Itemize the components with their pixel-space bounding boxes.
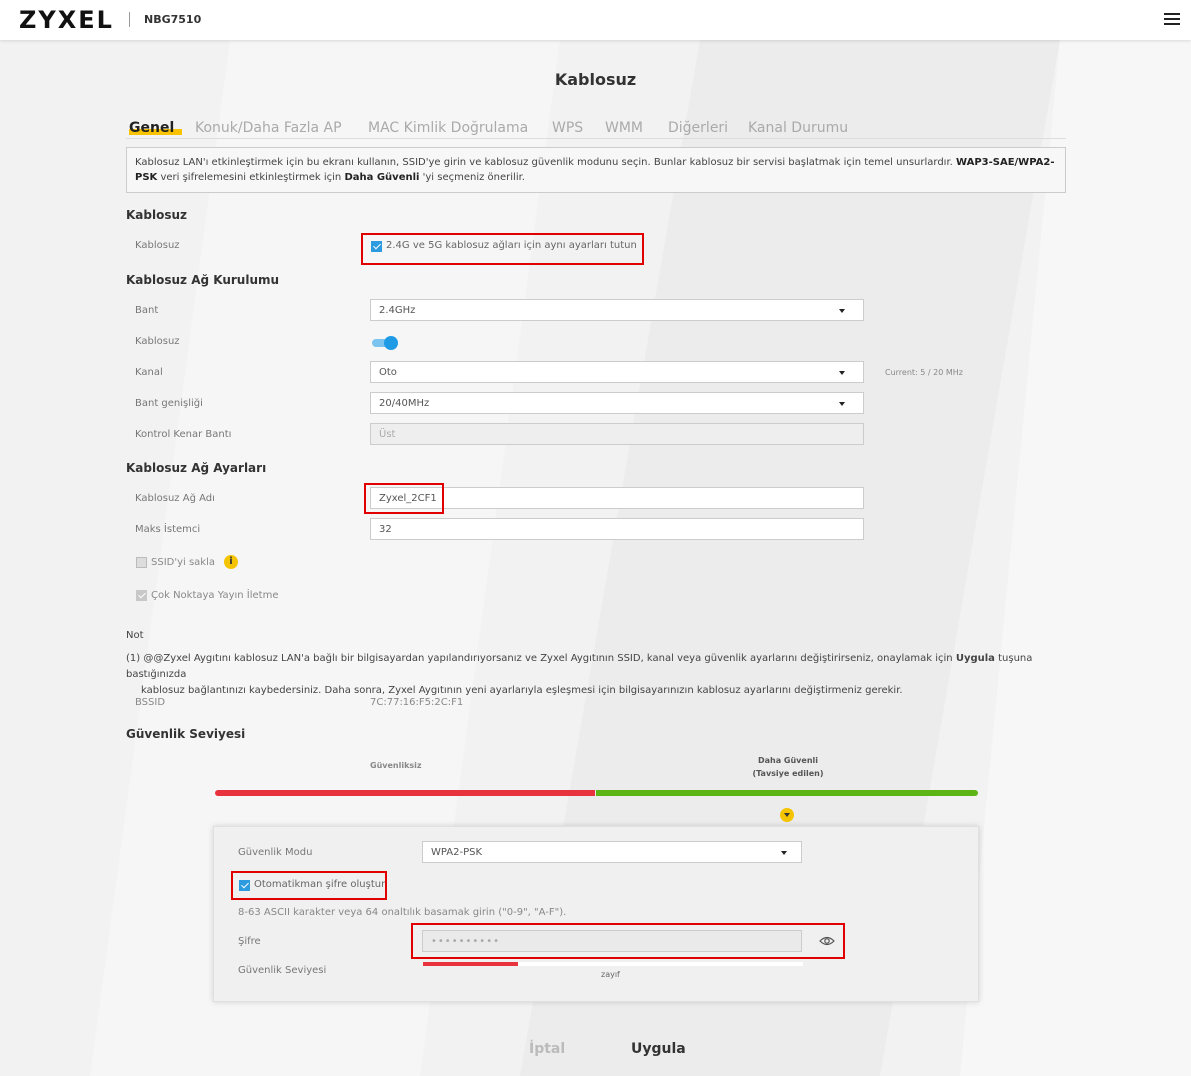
ssid-input[interactable]: Zyxel_2CF1 [370,487,864,509]
highlight-auto-password [231,871,387,900]
password-strength-fill [423,962,518,966]
ssid-label: Kablosuz Ağ Adı [135,493,215,504]
password-label: Şifre [238,936,261,947]
level-secure-label[interactable]: Daha Güvenli (Tavsiye edilen) [730,754,846,780]
band-value: 2.4GHz [379,305,416,316]
bandwidth-value: 20/40MHz [379,398,430,409]
tab-bar: Genel Konuk/Daha Fazla AP MAC Kimlik Doğ… [126,120,1066,139]
hide-ssid-checkbox[interactable] [136,557,147,568]
note-heading: Not [126,630,144,641]
bssid-label: BSSID [135,697,166,708]
tab-konuk[interactable]: Konuk/Daha Fazla AP [195,120,342,136]
control-sideband-value: Üst [379,429,396,440]
chevron-down-icon [781,851,787,855]
multicast-checkbox [136,590,147,601]
chevron-down-icon [839,309,845,313]
info-icon[interactable]: i [224,555,238,569]
apply-button[interactable]: Uygula [631,1041,692,1057]
tab-wps[interactable]: WPS [552,120,583,136]
wireless-label: Kablosuz [135,240,180,251]
info-bold-2: Daha Güvenli [344,172,420,183]
band-select[interactable]: 2.4GHz [370,299,864,321]
control-sideband-field: Üst [370,423,864,445]
level-marker-icon [780,808,794,822]
security-mode-value: WPA2-PSK [431,847,483,858]
wireless-toggle[interactable] [372,336,398,350]
device-model: NBG7510 [144,13,202,26]
section-security-heading: Güvenlik Seviyesi [126,727,246,741]
password-hint: 8-63 ASCII karakter veya 64 onaltılık ba… [238,907,567,918]
info-text-3: 'yi seçmeniz önerilir. [419,172,525,183]
control-sideband-label: Kontrol Kenar Bantı [135,429,232,440]
level-bar-secure[interactable] [596,790,978,796]
info-box: Kablosuz LAN'ı etkinleştirmek için bu ek… [126,147,1066,193]
security-mode-label: Güvenlik Modu [238,847,313,858]
top-bar: ZYXEL NBG7510 [0,0,1191,40]
tab-wmm[interactable]: WMM [605,120,643,136]
tab-mac-auth[interactable]: MAC Kimlik Doğrulama [368,120,528,136]
highlight-ssid [364,483,444,514]
channel-value: Oto [379,367,397,378]
security-mode-select[interactable]: WPA2-PSK [422,841,802,863]
info-text-1: Kablosuz LAN'ı etkinleştirmek için bu ek… [135,157,956,168]
note-text-3: kablosuz bağlantınızı kaybedersiniz. Dah… [141,685,903,696]
bandwidth-select[interactable]: 20/40MHz [370,392,864,414]
max-clients-input[interactable]: 32 [370,518,864,540]
info-text-2: veri şifrelemesini etkinleştirmek için [157,172,345,183]
multicast-label: Çok Noktaya Yayın İletme [151,590,279,601]
wireless-toggle-label: Kablosuz [135,336,180,347]
bssid-value: 7C:77:16:F5:2C:F1 [370,697,464,708]
cancel-button[interactable]: İptal [529,1041,570,1057]
security-level-label: Güvenlik Seviyesi [238,965,327,976]
section-wireless-heading: Kablosuz [126,208,188,222]
highlight-password [411,923,845,959]
band-label: Bant [135,305,159,316]
page-title: Kablosuz [554,70,637,89]
max-clients-value: 32 [379,524,392,535]
level-secure-title: Daha Güvenli [758,756,818,765]
chevron-down-icon [839,402,845,406]
section-network-heading: Kablosuz Ağ Ayarları [126,461,267,475]
tab-kanal-durumu[interactable]: Kanal Durumu [748,120,848,136]
note-bold: Uygula [955,653,995,664]
chevron-down-icon [839,371,845,375]
tab-digerleri[interactable]: Diğerleri [668,120,728,136]
hide-ssid-label: SSID'yi sakla [151,557,216,568]
channel-label: Kanal [135,367,163,378]
channel-select[interactable]: Oto [370,361,864,383]
logo-divider [129,12,130,27]
level-bar-insecure[interactable] [215,790,595,796]
bandwidth-label: Bant genişliği [135,398,203,409]
note-body: (1) @@Zyxel Aygıtını kablosuz LAN'a bağl… [126,651,1046,699]
menu-icon[interactable] [1164,13,1180,25]
section-setup-heading: Kablosuz Ağ Kurulumu [126,273,280,287]
level-secure-subtitle: (Tavsiye edilen) [752,769,824,778]
level-insecure-label[interactable]: Güvenliksiz [370,761,422,770]
note-text-1: (1) @@Zyxel Aygıtını kablosuz LAN'a bağl… [126,653,956,664]
max-clients-label: Maks İstemci [135,524,201,535]
tab-genel[interactable]: Genel [129,120,183,136]
zyxel-logo: ZYXEL [19,6,114,34]
password-strength-text: zayıf [601,970,620,979]
channel-current: Current: 5 / 20 MHz [885,368,963,377]
highlight-same-settings [361,233,644,265]
